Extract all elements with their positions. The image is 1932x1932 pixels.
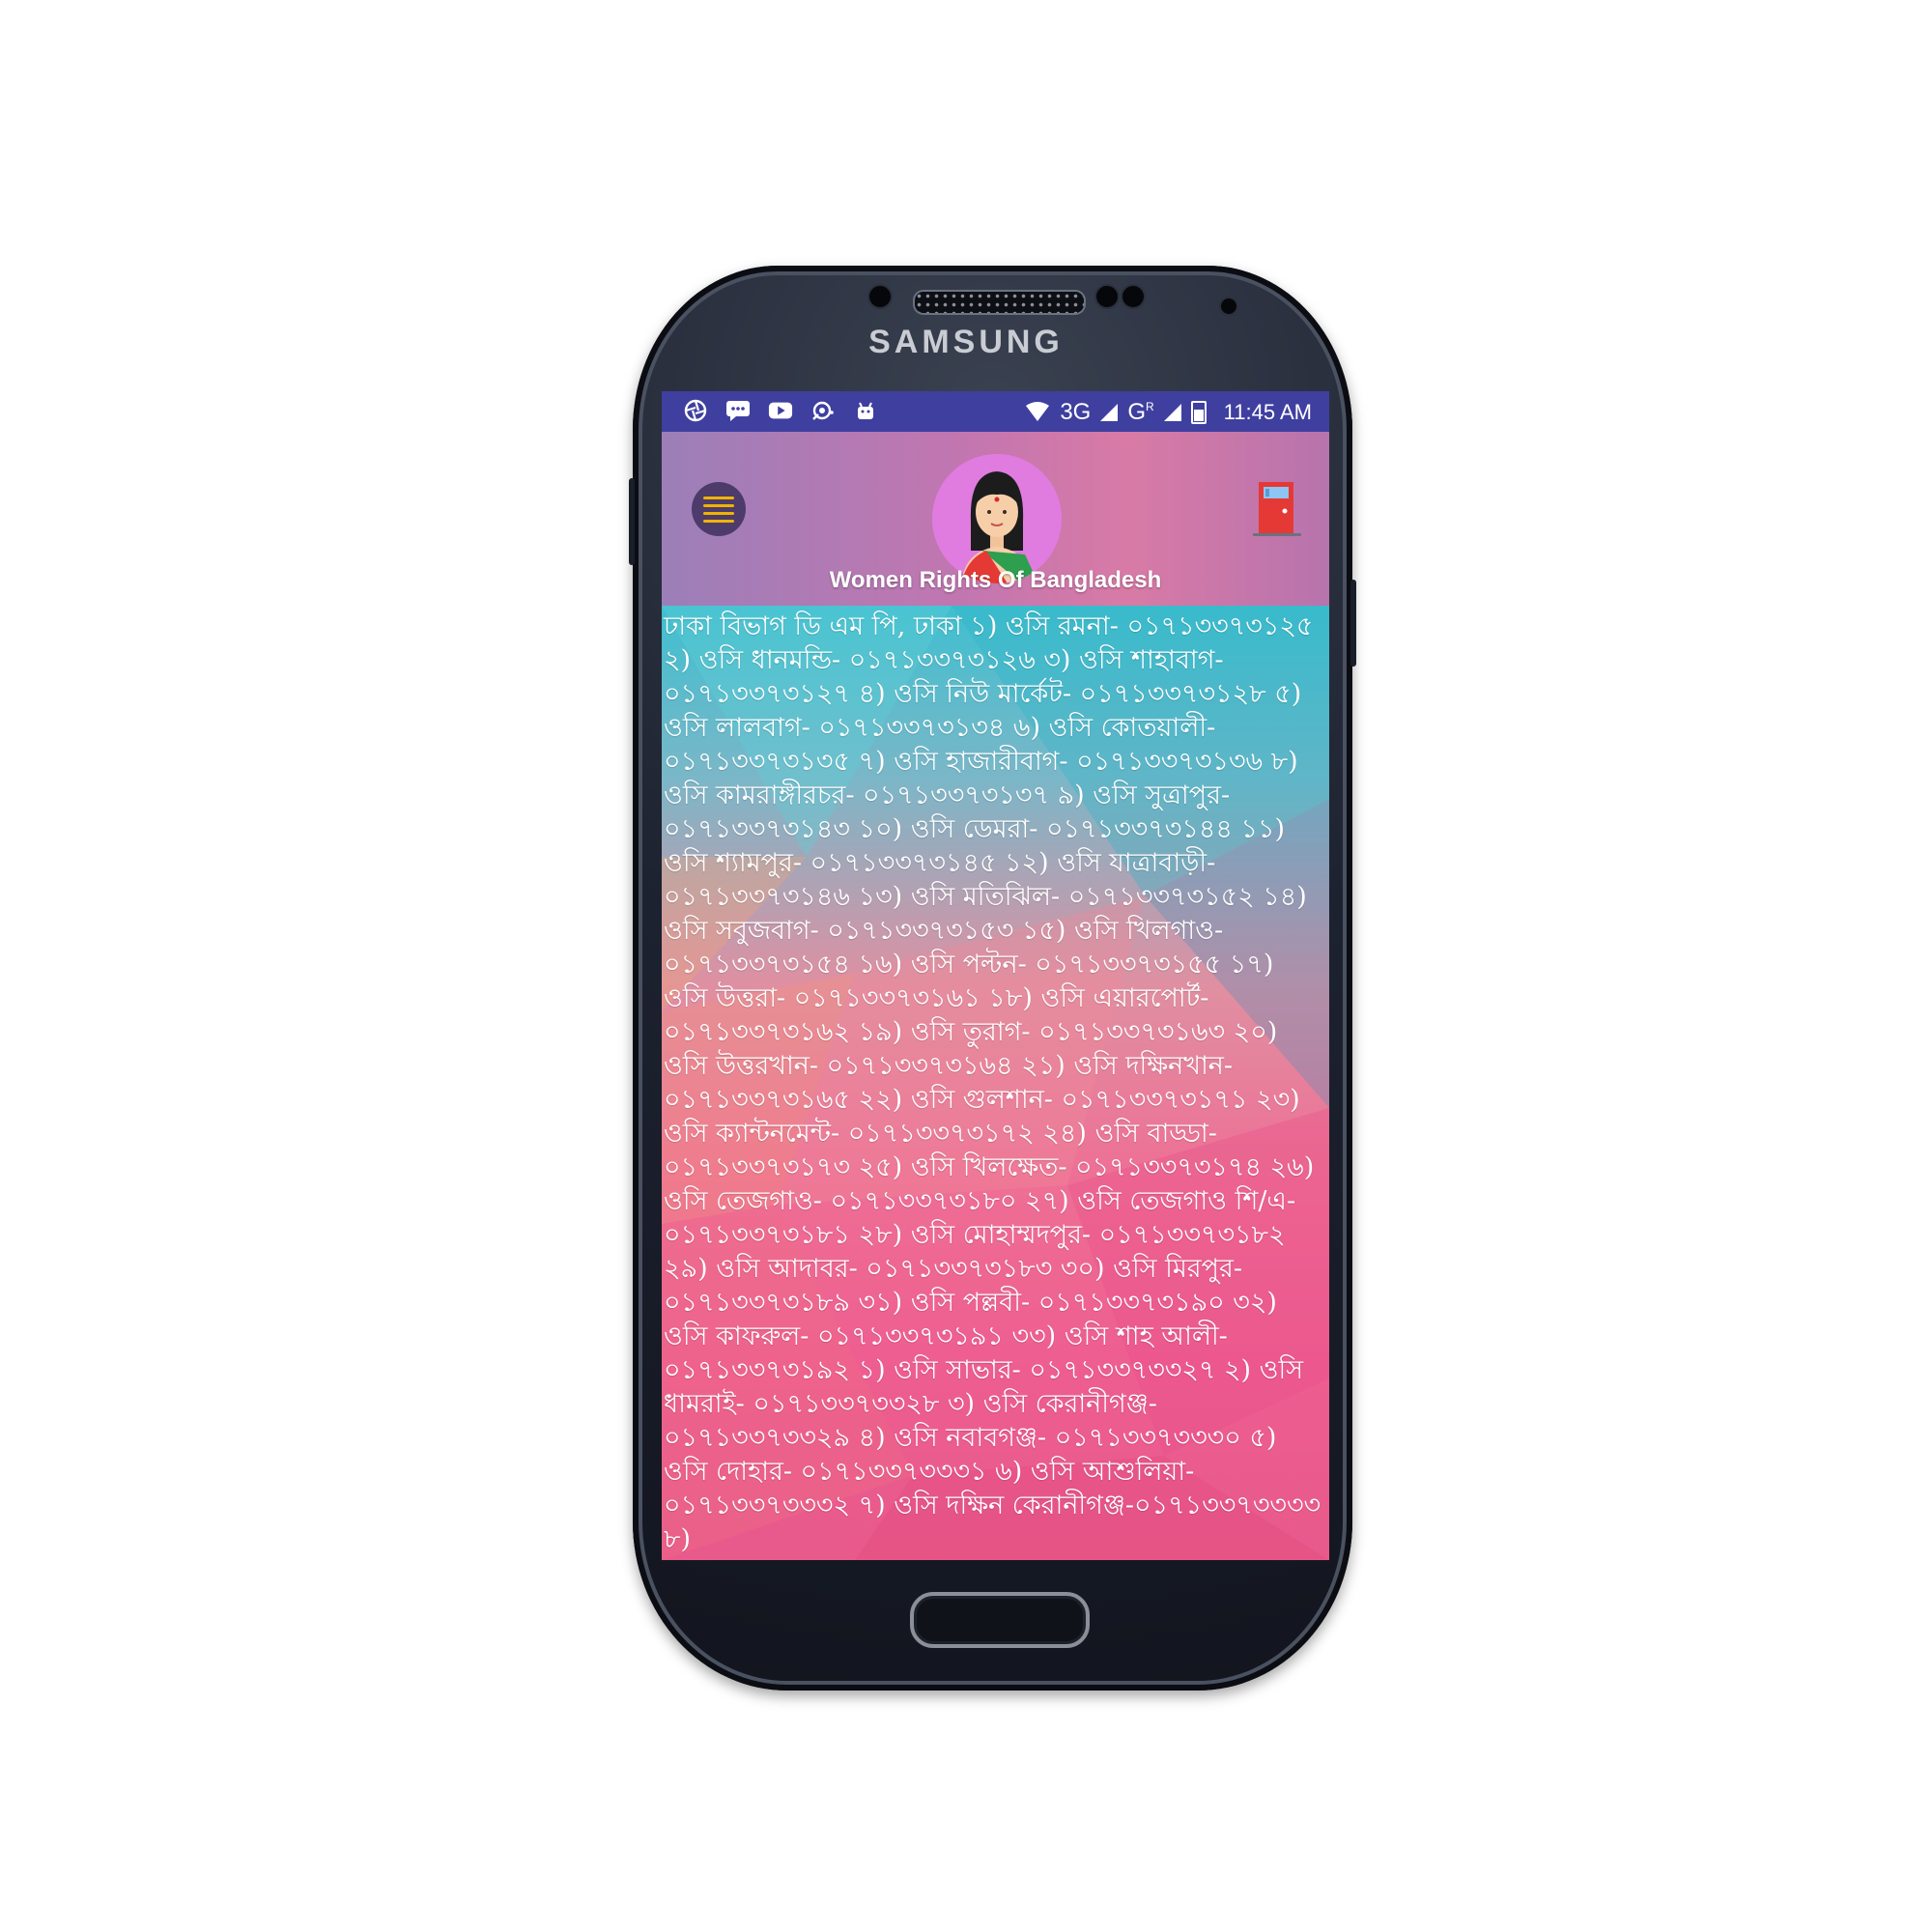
earpiece-speaker	[913, 290, 1086, 315]
volume-button	[629, 478, 635, 565]
network-g-label: GR	[1127, 399, 1153, 426]
roaming-label: R	[1146, 400, 1154, 413]
woman-avatar-icon	[932, 454, 1062, 583]
battery-icon	[1190, 401, 1207, 424]
signal-g-icon	[1163, 404, 1181, 421]
screen: 3G GR 11:45 AM Women Rights Of Banglades…	[662, 391, 1329, 1560]
door-exit-icon[interactable]	[1251, 478, 1305, 538]
content-area[interactable]: ঢাকা বিভাগ ডি এম পি, ঢাকা ১) ওসি রমনা- ০…	[662, 606, 1329, 1560]
aperture-icon	[683, 399, 708, 422]
power-button	[1350, 580, 1356, 667]
status-bar: 3G GR 11:45 AM	[662, 391, 1329, 432]
clock: 11:45 AM	[1223, 400, 1312, 424]
hamburger-menu-icon[interactable]	[692, 482, 746, 536]
wifi-icon	[1025, 401, 1050, 424]
system-icons: 3G GR 11:45 AM	[1025, 399, 1312, 426]
android-icon	[853, 399, 878, 422]
network-3g-label: 3G	[1060, 399, 1092, 425]
notification-icons	[683, 399, 878, 422]
youtube-icon	[768, 399, 793, 422]
network-g-text: G	[1127, 399, 1146, 425]
message-icon	[725, 399, 751, 422]
brand-logo: SAMSUNG	[868, 324, 1064, 360]
signal-3g-icon	[1100, 404, 1119, 421]
police-contacts-text: ঢাকা বিভাগ ডি এম পি, ঢাকা ১) ওসি রমনা- ০…	[664, 611, 1321, 1554]
radio-icon	[810, 399, 836, 422]
front-camera	[1219, 297, 1238, 316]
app-header: Women Rights Of Bangladesh	[662, 432, 1329, 606]
home-button[interactable]	[910, 1592, 1090, 1648]
light-sensor	[1121, 284, 1146, 309]
app-title: Women Rights Of Bangladesh	[829, 567, 1162, 593]
front-sensor	[867, 284, 893, 309]
proximity-sensor	[1094, 284, 1120, 309]
